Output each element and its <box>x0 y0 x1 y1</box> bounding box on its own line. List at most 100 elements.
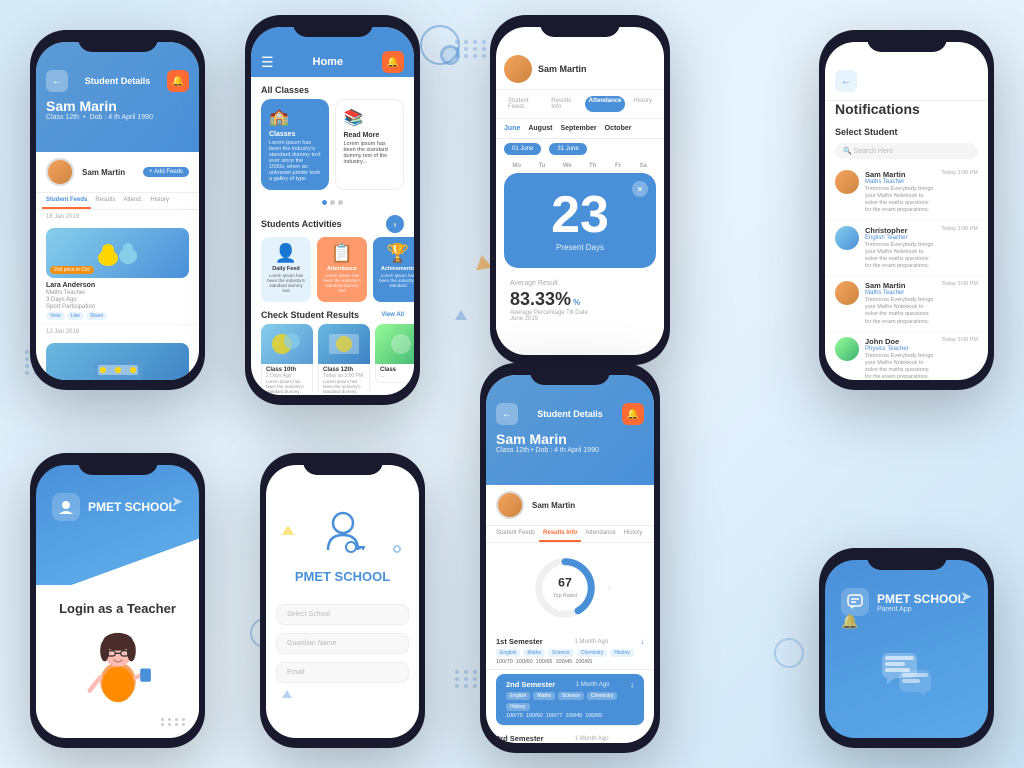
phone4-back-button[interactable]: ← <box>835 70 857 92</box>
feed-time-1: 3 Days Ago <box>46 297 189 303</box>
p3-tab-results[interactable]: Results Info <box>547 96 580 112</box>
tab-student-feeds[interactable]: Student Feeds <box>42 193 91 209</box>
p8-bell-icon: 🔔 <box>841 613 858 630</box>
result-card-1[interactable]: Class 10th 2 Days Ago Lorem ipsum has be… <box>261 324 313 395</box>
phone-student-feed: ← Student Details 🔔 Sam Marin Class 12th… <box>30 30 205 390</box>
daily-feed-text: Lorem ipsum has been the industry's stan… <box>265 273 307 293</box>
notif-time-3: Today 3:00 PM <box>941 281 978 287</box>
avatar <box>46 158 74 186</box>
phone7-back-button[interactable]: ← <box>496 403 518 425</box>
phone6-logo-svg <box>313 505 373 565</box>
day-sa: Sa <box>631 163 656 169</box>
semester-2-subjects: English Maths Science Chemistry History <box>506 692 634 711</box>
phone3-months: June August September October <box>496 119 664 139</box>
result-card-2[interactable]: Class 12th Today as 3:00 PM Lorem ipsum … <box>318 324 370 395</box>
select-school-field[interactable]: Select School <box>276 604 409 625</box>
dot-1 <box>322 200 327 205</box>
p7-tab-feeds[interactable]: Student Feeds <box>492 526 539 542</box>
tab-history[interactable]: History <box>146 193 173 209</box>
daily-feed-icon: 👤 <box>265 243 307 264</box>
notifications-list: Sam Martin Maths Teacher Tomorrow Everyb… <box>825 165 988 380</box>
month-october[interactable]: October <box>605 125 632 132</box>
brand-name: PMET SCHOOL <box>88 500 176 514</box>
phone2-screen: ☰ Home 🔔 All Classes 🏫 Classes Lorem ips… <box>251 27 414 395</box>
add-feeds-button[interactable]: + Add Feeds <box>143 167 189 177</box>
semester-1-subjects: English Maths Science Chemistry History <box>496 649 644 657</box>
feed-user-1: Lara Anderson <box>46 282 189 289</box>
score-1-2: 100/60 <box>516 659 533 665</box>
score-2-2: 100/60 <box>526 713 543 719</box>
date-from-btn[interactable]: 01 June <box>504 143 541 155</box>
notif-role-1: Maths Teacher <box>865 179 935 185</box>
result-info-2: Class 12th Today as 3:00 PM Lorem ipsum … <box>318 364 370 395</box>
read-more-card[interactable]: 📚 Read More Lorem ipsum has been the sta… <box>335 99 405 190</box>
result-img-svg-1 <box>267 329 307 359</box>
read-card-title: Read More <box>344 132 396 139</box>
result-img-1 <box>261 324 313 364</box>
bottom-dots <box>161 718 187 726</box>
result-info-3: Class ... <box>375 364 414 383</box>
p7-tab-history[interactable]: History <box>620 526 647 542</box>
semester-3-download-icon[interactable]: ↓ <box>640 734 644 743</box>
phone1-screen: ← Student Details 🔔 Sam Marin Class 12th… <box>36 42 199 380</box>
date-to-btn[interactable]: 31 June <box>549 143 586 155</box>
back-button[interactable]: ← <box>46 70 68 92</box>
close-button[interactable]: ✕ <box>632 181 648 197</box>
tag-2[interactable]: Like <box>67 312 84 320</box>
semester-3: 3rd Semester 1 Month Ago ↓ <box>486 730 654 743</box>
p7-tab-results[interactable]: Results Info <box>539 526 581 542</box>
tag-3[interactable]: Share <box>86 312 107 320</box>
semester-3-title: 3rd Semester <box>496 734 544 743</box>
logo-icon <box>52 493 80 521</box>
decor-circle-1 <box>420 25 460 65</box>
month-august[interactable]: August <box>528 125 552 132</box>
month-september[interactable]: September <box>560 125 596 132</box>
phone1-title: Student Details <box>85 76 151 86</box>
activity-attendance[interactable]: 📋 Attendance Lorem ipsum has been the in… <box>317 237 367 302</box>
daily-feed-name: Daily Feed <box>265 266 307 272</box>
phone-attendance: Sam Martin Student Feeds Results Info At… <box>490 15 670 365</box>
phone2-notif-button[interactable]: 🔔 <box>382 51 404 73</box>
student-info: Class 12th • Dob : 4 th April 1990 <box>46 114 189 121</box>
notif-role-3: Maths Teacher <box>865 290 935 296</box>
notification-button[interactable]: 🔔 <box>167 70 189 92</box>
semester-2: 2nd Semester 1 Month Ago ↓ English Maths… <box>496 674 644 726</box>
activities-arrow[interactable]: › <box>386 215 404 233</box>
email-field[interactable]: Email <box>276 662 409 683</box>
activity-daily-feed[interactable]: 👤 Daily Feed Lorem ipsum has been the in… <box>261 237 311 302</box>
result-img-svg-2 <box>324 329 364 359</box>
semester-1-download-icon[interactable]: ↓ <box>640 637 644 646</box>
result-card-3[interactable]: Class ... <box>375 324 414 395</box>
p3-tab-attendance[interactable]: Attendance <box>585 96 626 112</box>
achievements-icon: 🏆 <box>377 243 414 264</box>
activities-row: 👤 Daily Feed Lorem ipsum has been the in… <box>251 237 414 310</box>
feed-tags-1: View Like Share <box>46 312 189 320</box>
notif-text-1: Tomorrow Everybody brings your Maths Not… <box>865 186 935 215</box>
avg-label: Average Result <box>510 280 650 287</box>
phone-parent-app: ➤ 🔔 PMET SCHOOL Parent App <box>819 548 994 748</box>
view-all-link[interactable]: View All <box>381 312 404 318</box>
notif-content-2: Christopher English Teacher Tomorrow Eve… <box>865 226 935 271</box>
avg-pct: % <box>573 298 580 307</box>
semester-2-download-icon[interactable]: ↓ <box>630 680 634 689</box>
phone7-notif-button[interactable]: 🔔 <box>622 403 644 425</box>
download-label: ↓ <box>608 585 611 591</box>
activity-achievements[interactable]: 🏆 Achivements Lorem ipsum has been the i… <box>373 237 414 302</box>
tag-1[interactable]: View <box>46 312 65 320</box>
subj-2-5: History <box>506 703 530 711</box>
search-field[interactable]: 🔍 Search Here <box>835 143 978 159</box>
tab-attendance[interactable]: Attend. <box>119 193 146 209</box>
phone7-avatar <box>496 491 524 519</box>
guardian-name-field[interactable]: Guardian Name <box>276 633 409 654</box>
tab-results[interactable]: Results <box>91 193 119 209</box>
activities-section-title: Students Activities › <box>251 211 414 237</box>
classes-card[interactable]: 🏫 Classes Lorem ipsum has been the indus… <box>261 99 329 190</box>
feed-role-1: Maths Teacher <box>46 290 189 296</box>
p7-tab-attendance[interactable]: Attendance <box>581 526 619 542</box>
p3-tab-feeds[interactable]: Student Feeds <box>504 96 543 112</box>
menu-icon[interactable]: ☰ <box>261 54 274 71</box>
logo-area: PMET SCHOOL <box>52 493 183 521</box>
month-june[interactable]: June <box>504 125 520 132</box>
p3-tab-history[interactable]: History <box>629 96 656 112</box>
p8-logo-icon <box>841 588 869 616</box>
